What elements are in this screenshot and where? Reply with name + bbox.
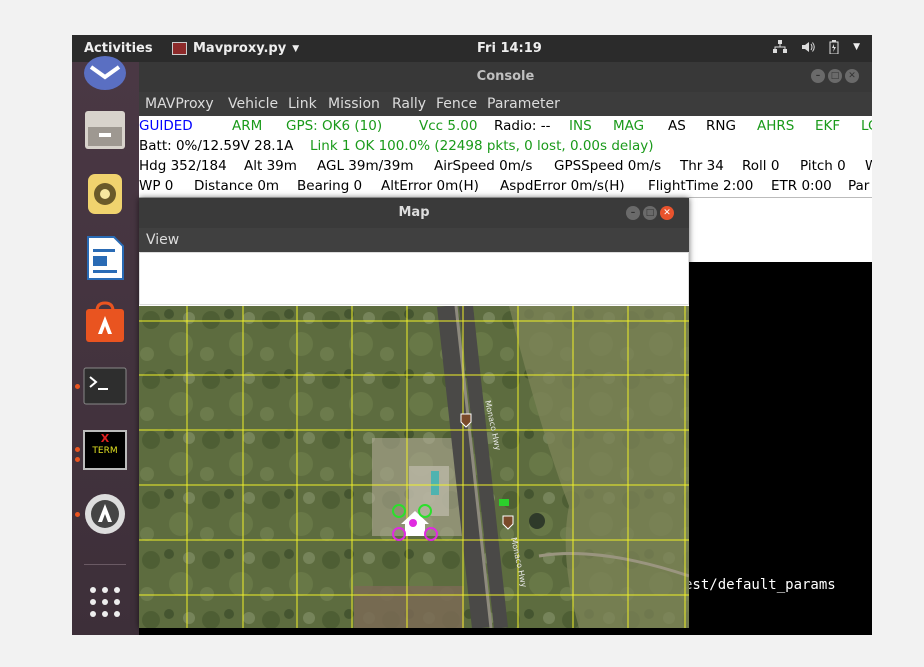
mag-status: MAG [613,118,645,134]
app-menu[interactable]: Mavproxy.py ▼ [172,41,299,56]
ins-status: INS [569,118,592,134]
throttle-status: Thr 34 [680,158,724,174]
arm-status: ARM [232,118,263,134]
log-status: LO [861,118,872,134]
thunderbird-icon[interactable] [82,50,128,96]
vehicle-label-badge [499,499,509,506]
chevron-down-icon: ▼ [292,43,300,54]
flighttime-status: FlightTime 2:00 [648,178,754,194]
system-menu-caret-icon[interactable]: ▼ [853,40,860,57]
dock: X TERM [72,56,139,635]
radio-status: Radio: -- [494,118,551,134]
map-menubar: View [139,228,689,252]
running-indicator [75,512,80,517]
xterm-label-x: X [100,432,110,445]
window-title: Console [476,69,535,84]
window-controls: – □ ✕ [811,69,859,83]
gps-status: GPS: OK6 (10) [286,118,383,134]
terminal-output: est/default_params [684,577,836,593]
map-info-panel [139,252,689,305]
bare-plot [354,586,464,628]
console-menubar: MAVProxy Vehicle Link Mission Rally Fenc… [139,92,872,116]
files-icon[interactable] [82,107,128,153]
as-status: AS [668,118,686,134]
window-controls: – □ ✕ [626,206,674,220]
map-window: Map – □ ✕ View Monaco Hwy Monaco Hwy [139,198,689,628]
software-center-icon[interactable] [82,299,128,345]
show-apps-icon[interactable] [82,579,128,625]
terminal-icon[interactable] [82,363,128,409]
ekf-status: EKF [815,118,841,134]
distance-status: Distance 0m [194,178,280,194]
window-title: Map [398,205,430,220]
airspeed-status: AirSpeed 0m/s [434,158,533,174]
bearing-status: Bearing 0 [297,178,363,194]
maximize-icon[interactable]: □ [643,206,657,220]
clock[interactable]: Fri 14:19 [477,41,542,56]
top-bar: Activities Mavproxy.py ▼ Fri 14:19 ▼ [72,35,872,62]
satellite-map[interactable]: Monaco Hwy Monaco Hwy [139,306,689,628]
menu-link[interactable]: Link [288,96,317,112]
desktop-screen: Activities Mavproxy.py ▼ Fri 14:19 ▼ X T… [72,35,872,635]
close-icon[interactable]: ✕ [660,206,674,220]
wind-status: W [865,158,872,174]
map-titlebar[interactable]: Map – □ ✕ [139,198,689,228]
map-canvas[interactable]: Monaco Hwy Monaco Hwy [139,306,689,628]
facility-building [409,466,449,516]
etr-status: ETR 0:00 [771,178,832,194]
system-tray[interactable]: ▼ [773,40,860,57]
alterror-status: AltError 0m(H) [381,178,479,194]
close-icon[interactable]: ✕ [845,69,859,83]
agl-status: AGL 39m/39m [317,158,414,174]
menu-vehicle[interactable]: Vehicle [228,96,278,112]
roll-status: Roll 0 [742,158,780,174]
menu-mission[interactable]: Mission [328,96,380,112]
menu-view[interactable]: View [146,232,179,248]
waypoint-status: WP 0 [139,178,174,194]
volume-icon[interactable] [801,40,815,57]
battery-status: Batt: 0%/12.59V 28.1A [139,138,294,154]
facility-roof [431,471,439,495]
battery-icon[interactable] [829,40,839,57]
app-icon [172,42,187,55]
writer-icon[interactable] [82,235,128,281]
rhythmbox-icon[interactable] [82,171,128,217]
running-indicator [75,457,80,462]
menu-rally[interactable]: Rally [392,96,426,112]
altitude-status: Alt 39m [244,158,297,174]
mode-status: GUIDED [139,118,193,134]
minimize-icon[interactable]: – [626,206,640,220]
vcc-status: Vcc 5.00 [419,118,478,134]
software-updater-icon[interactable] [82,491,128,537]
xterm-label-term: TERM [92,446,118,456]
app-menu-label: Mavproxy.py [193,41,287,56]
xterm-icon[interactable]: X TERM [82,427,128,473]
ahrs-status: AHRS [757,118,795,134]
param-status: Par [848,178,870,194]
running-indicator [75,447,80,452]
pond [529,513,545,529]
menu-mavproxy[interactable]: MAVProxy [145,96,214,112]
console-titlebar[interactable]: Console – □ ✕ [139,62,872,92]
menu-parameter[interactable]: Parameter [487,96,560,112]
link-status: Link 1 OK 100.0% (22498 pkts, 0 lost, 0.… [310,138,654,154]
gpsspeed-status: GPSSpeed 0m/s [554,158,662,174]
dock-separator [84,564,126,565]
running-indicator [75,384,80,389]
aspderror-status: AspdError 0m/s(H) [500,178,625,194]
heading-status: Hdg 352/184 [139,158,227,174]
network-icon[interactable] [773,40,788,57]
pitch-status: Pitch 0 [800,158,846,174]
menu-fence[interactable]: Fence [436,96,477,112]
maximize-icon[interactable]: □ [828,69,842,83]
rng-status: RNG [706,118,736,134]
minimize-icon[interactable]: – [811,69,825,83]
